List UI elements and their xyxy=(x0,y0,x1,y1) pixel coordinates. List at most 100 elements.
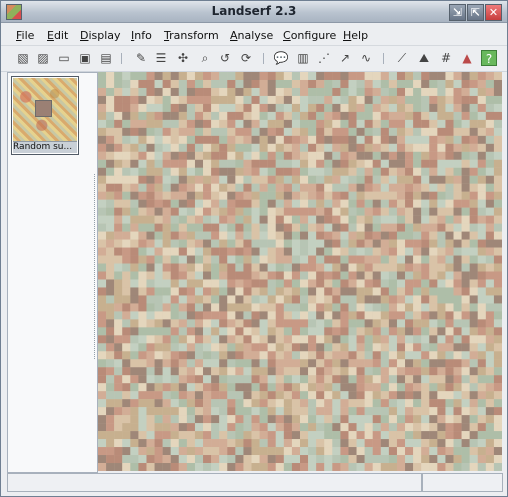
grid-icon[interactable]: # xyxy=(438,50,454,66)
edit-pencil-icon[interactable]: ✎ xyxy=(133,50,149,66)
map-cell xyxy=(291,407,301,416)
map-cell xyxy=(429,79,438,89)
menu-edit[interactable]: Edit xyxy=(47,29,68,42)
map-cell xyxy=(170,215,179,224)
map-cell xyxy=(178,159,187,168)
map-cell xyxy=(243,271,252,280)
map-cell xyxy=(477,399,486,408)
map-cell xyxy=(219,119,228,128)
map-cell xyxy=(340,175,349,184)
map-cell xyxy=(227,455,236,464)
profile-icon[interactable]: ∿ xyxy=(358,50,374,66)
map-cell xyxy=(170,191,179,200)
new-surface-icon[interactable]: ▧ xyxy=(15,50,31,66)
map-cell xyxy=(194,247,204,256)
map-cell xyxy=(493,95,502,105)
map-cell xyxy=(267,95,276,105)
maximize-button[interactable]: ⇱ xyxy=(467,4,484,21)
map-cell xyxy=(437,287,446,296)
map-cell xyxy=(477,335,486,344)
map-cell xyxy=(114,199,123,208)
map-cell xyxy=(316,247,325,256)
map-cell xyxy=(243,263,252,272)
map-cell xyxy=(437,263,446,272)
map-cell xyxy=(106,311,115,320)
map-cell xyxy=(275,423,284,432)
map-cell xyxy=(219,215,228,224)
map-cell xyxy=(130,463,139,471)
map-cell xyxy=(178,247,187,256)
map-cell xyxy=(267,279,276,288)
map-cell xyxy=(405,207,414,216)
menu-info[interactable]: Info xyxy=(131,29,152,42)
map-cell xyxy=(291,463,301,471)
map-cell xyxy=(235,167,244,176)
scatter-icon[interactable]: ⋰ xyxy=(316,50,332,66)
map-cell xyxy=(106,295,115,304)
print-icon[interactable]: ▤ xyxy=(98,50,114,66)
map-cell xyxy=(364,103,373,112)
zoom-icon[interactable]: ⌕ xyxy=(197,50,213,66)
map-cell xyxy=(364,351,373,360)
map-cell xyxy=(251,311,260,320)
map-cell xyxy=(413,303,422,312)
map-cell xyxy=(396,255,406,264)
map-cell xyxy=(211,239,220,248)
map-cell xyxy=(178,199,187,208)
surface-thumbnail[interactable]: Random su... xyxy=(11,76,79,155)
feature-icon[interactable]: ⛰ xyxy=(416,50,432,66)
map-cell xyxy=(154,359,163,368)
map-cell xyxy=(324,183,333,192)
map-cell xyxy=(211,111,220,120)
save-icon[interactable]: ▣ xyxy=(77,50,93,66)
main-map-view[interactable] xyxy=(98,72,502,471)
rotate-icon[interactable]: ↺ xyxy=(217,50,233,66)
menu-configure[interactable]: Configure xyxy=(283,29,336,42)
random-surface-map[interactable] xyxy=(98,72,502,471)
menu-transform[interactable]: Transform xyxy=(164,29,219,42)
help-icon[interactable]: ? xyxy=(481,50,497,66)
map-cell xyxy=(445,87,454,97)
slope-icon[interactable]: ⟋ xyxy=(394,50,410,66)
metadata-icon[interactable]: ☰ xyxy=(153,50,169,66)
title-bar[interactable]: Landserf 2.3 ⇲ ⇱ ✕ xyxy=(1,1,507,23)
map-cell xyxy=(396,375,406,384)
map-cell xyxy=(203,111,212,120)
open-folder-icon[interactable]: ▭ xyxy=(56,50,72,66)
menu-file[interactable]: File xyxy=(16,29,34,42)
peak-icon[interactable]: ▲ xyxy=(459,50,475,66)
map-cell xyxy=(413,343,422,352)
map-cell xyxy=(146,199,155,208)
transform-icon[interactable]: ✣ xyxy=(175,50,191,66)
menu-help[interactable]: Help xyxy=(343,29,368,42)
map-cell xyxy=(259,95,268,105)
map-cell xyxy=(291,103,301,112)
map-cell xyxy=(316,271,325,280)
menu-display[interactable]: Display xyxy=(80,29,121,42)
map-cell xyxy=(227,351,236,360)
menu-analyse[interactable]: Analyse xyxy=(230,29,273,42)
map-cell xyxy=(106,391,115,400)
map-cell xyxy=(364,399,373,408)
minimize-button[interactable]: ⇲ xyxy=(449,4,466,21)
map-cell xyxy=(211,455,220,464)
map-cell xyxy=(170,255,179,264)
panel-splitter[interactable] xyxy=(94,174,97,359)
map-cell xyxy=(316,239,325,248)
refresh-icon[interactable]: ⟳ xyxy=(238,50,254,66)
map-cell xyxy=(380,127,389,136)
map-cell xyxy=(348,327,357,336)
map-cell xyxy=(283,111,293,120)
info-bubble-icon[interactable]: 💬 xyxy=(273,50,289,66)
map-cell xyxy=(114,367,123,376)
map-cell xyxy=(396,383,406,392)
query-cursor-icon[interactable]: ↗ xyxy=(337,50,353,66)
map-cell xyxy=(122,215,131,224)
histogram-icon[interactable]: ▥ xyxy=(295,50,311,66)
map-cell xyxy=(106,175,115,184)
map-cell xyxy=(445,287,454,296)
new-map-icon[interactable]: ▨ xyxy=(35,50,51,66)
map-cell xyxy=(413,335,422,344)
close-button[interactable]: ✕ xyxy=(485,4,502,21)
map-cell xyxy=(235,447,244,456)
